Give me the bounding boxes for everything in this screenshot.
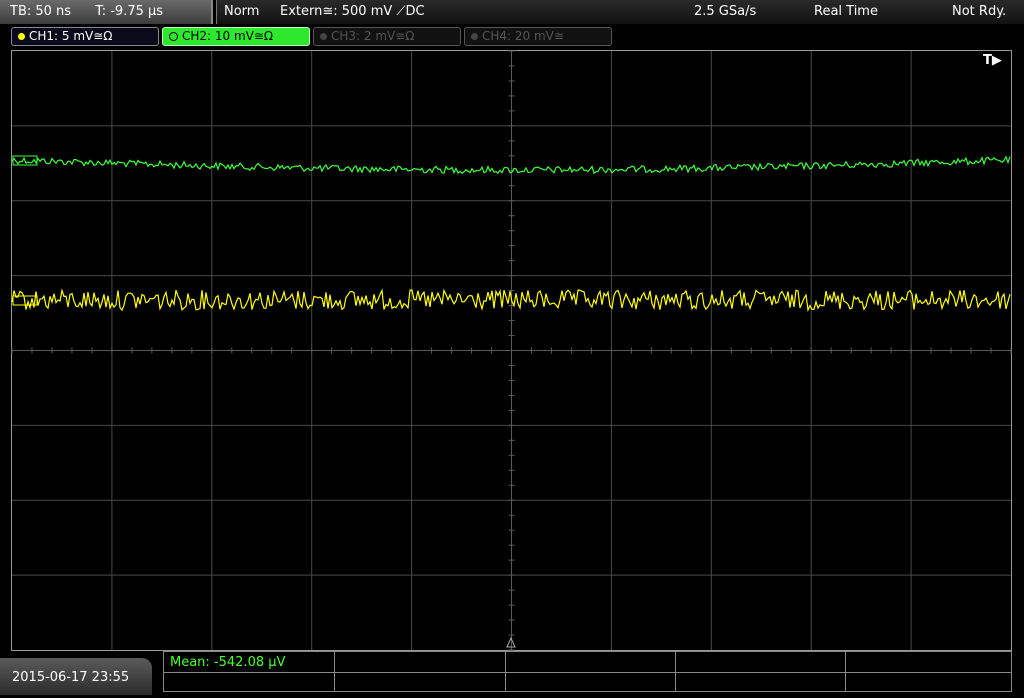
trigger-marker-icon: T▶ [983,53,1002,68]
waveform-canvas [11,50,1012,651]
graticule [11,50,1012,651]
measurement-divider [164,672,1011,673]
measurement-panel[interactable]: Mean: -542.08 µV [163,651,1012,692]
mean-measurement: Mean: -542.08 µV [170,655,286,670]
datetime-label: 2015-06-17 23:55 [12,670,130,685]
datetime-box: 2015-06-17 23:55 [0,658,152,695]
